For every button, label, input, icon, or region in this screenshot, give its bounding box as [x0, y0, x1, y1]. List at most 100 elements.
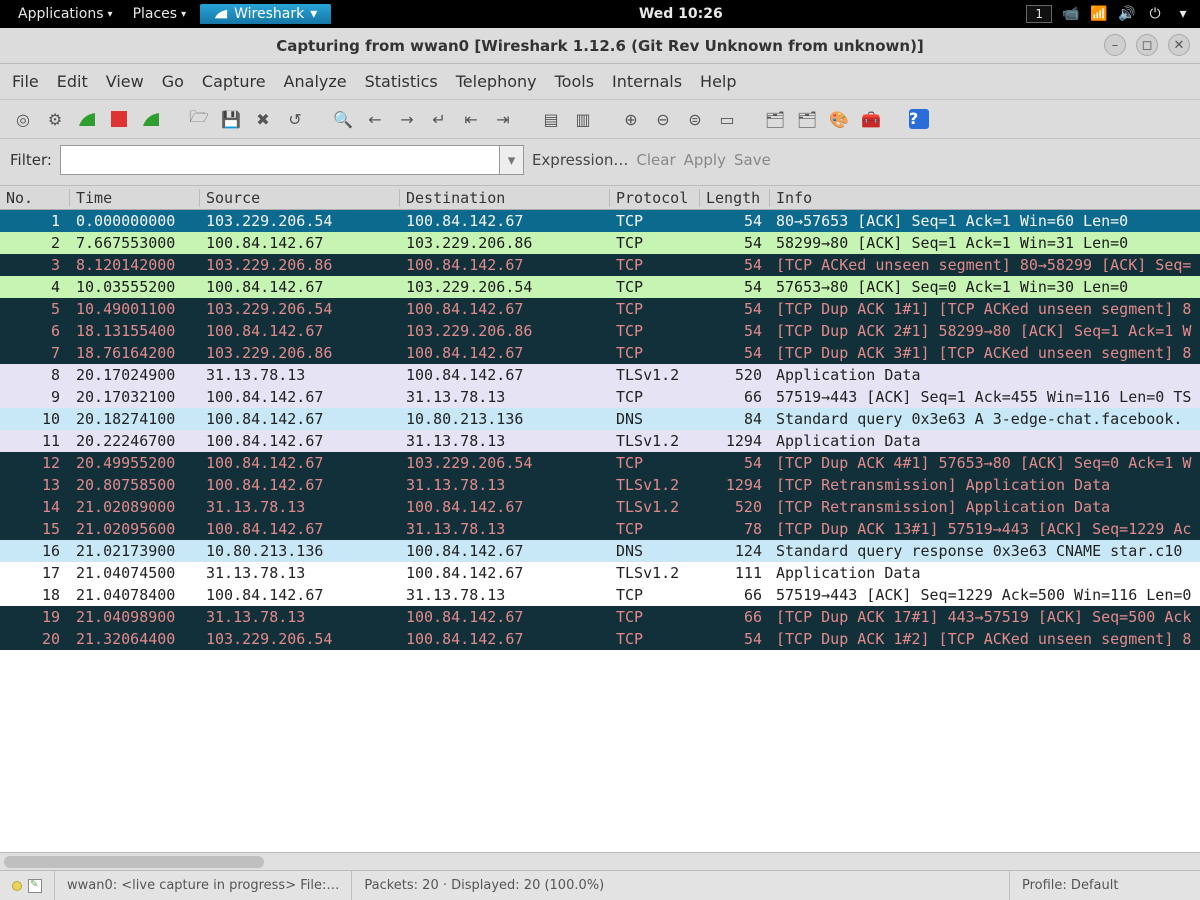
cell-no: 1 [0, 212, 70, 230]
packet-row[interactable]: 1521.02095600100.84.142.6731.13.78.13TCP… [0, 518, 1200, 540]
menu-analyze[interactable]: Analyze [284, 72, 347, 91]
colorize-icon[interactable]: ▤ [538, 106, 564, 132]
horizontal-scrollbar[interactable] [0, 852, 1200, 870]
packet-row[interactable]: 920.17032100100.84.142.6731.13.78.13TCP6… [0, 386, 1200, 408]
volume-icon[interactable]: 🔊 [1118, 6, 1136, 22]
go-back-icon[interactable]: ← [362, 106, 388, 132]
reload-icon[interactable]: ↺ [282, 106, 308, 132]
find-icon[interactable]: 🔍 [330, 106, 356, 132]
packet-row[interactable]: 10.000000000103.229.206.54100.84.142.67T… [0, 210, 1200, 232]
filter-apply-button[interactable]: Apply [684, 151, 726, 169]
workspace-indicator[interactable]: 1 [1026, 5, 1052, 23]
zoom-out-icon[interactable]: ⊖ [650, 106, 676, 132]
network-icon[interactable]: 📶 [1090, 6, 1108, 22]
filter-clear-button[interactable]: Clear [636, 151, 675, 169]
cell-source: 100.84.142.67 [200, 454, 400, 472]
status-profile[interactable]: Profile: Default [1010, 871, 1200, 900]
restart-capture-icon[interactable] [138, 106, 164, 132]
camera-icon[interactable]: 📹 [1062, 6, 1080, 22]
filter-dropdown-button[interactable]: ▾ [500, 145, 524, 175]
go-first-icon[interactable]: ⇤ [458, 106, 484, 132]
window-minimize-button[interactable]: – [1104, 34, 1126, 56]
goto-icon[interactable]: ↵ [426, 106, 452, 132]
help-icon[interactable]: ? [906, 106, 932, 132]
zoom-reset-icon[interactable]: ⊜ [682, 106, 708, 132]
packet-row[interactable]: 38.120142000103.229.206.86100.84.142.67T… [0, 254, 1200, 276]
menu-file[interactable]: File [12, 72, 39, 91]
cell-destination: 103.229.206.86 [400, 234, 610, 252]
packet-row[interactable]: 1320.80758500100.84.142.6731.13.78.13TLS… [0, 474, 1200, 496]
col-source[interactable]: Source [200, 189, 400, 207]
go-last-icon[interactable]: ⇥ [490, 106, 516, 132]
packet-row[interactable]: 820.1702490031.13.78.13100.84.142.67TLSv… [0, 364, 1200, 386]
menu-edit[interactable]: Edit [57, 72, 88, 91]
start-capture-icon[interactable] [74, 106, 100, 132]
stop-capture-icon[interactable] [106, 106, 132, 132]
gnome-apps-menu[interactable]: Applications ▾ [8, 6, 123, 22]
gnome-places-menu[interactable]: Places ▾ [123, 6, 197, 22]
menubar: File Edit View Go Capture Analyze Statis… [0, 64, 1200, 100]
packet-list[interactable]: No. Time Source Destination Protocol Len… [0, 186, 1200, 852]
packet-row[interactable]: 510.49001100103.229.206.54100.84.142.67T… [0, 298, 1200, 320]
interfaces-icon[interactable]: ◎ [10, 106, 36, 132]
col-no[interactable]: No. [0, 189, 70, 207]
cell-destination: 10.80.213.136 [400, 410, 610, 428]
col-protocol[interactable]: Protocol [610, 189, 700, 207]
menu-go[interactable]: Go [162, 72, 184, 91]
menu-internals[interactable]: Internals [612, 72, 682, 91]
packet-row[interactable]: 1421.0208900031.13.78.13100.84.142.67TLS… [0, 496, 1200, 518]
status-expert-info[interactable] [0, 871, 55, 900]
zoom-in-icon[interactable]: ⊕ [618, 106, 644, 132]
filter-save-button[interactable]: Save [734, 151, 771, 169]
col-info[interactable]: Info [770, 189, 1200, 207]
menu-telephony[interactable]: Telephony [456, 72, 537, 91]
power-icon[interactable]: ⏻ [1146, 6, 1164, 22]
packet-row[interactable]: 718.76164200103.229.206.86100.84.142.67T… [0, 342, 1200, 364]
packet-row[interactable]: 1020.18274100100.84.142.6710.80.213.136D… [0, 408, 1200, 430]
col-length[interactable]: Length [700, 189, 770, 207]
filter-expression-button[interactable]: Expression… [532, 151, 628, 169]
menu-statistics[interactable]: Statistics [365, 72, 438, 91]
gnome-active-app[interactable]: Wireshark ▾ [200, 4, 331, 24]
preferences-icon[interactable]: 🧰 [858, 106, 884, 132]
menu-capture[interactable]: Capture [202, 72, 266, 91]
gnome-clock[interactable]: Wed 10:26 [335, 6, 1026, 22]
cell-destination: 100.84.142.67 [400, 630, 610, 648]
packet-row[interactable]: 1921.0409890031.13.78.13100.84.142.67TCP… [0, 606, 1200, 628]
save-icon[interactable]: 💾 [218, 106, 244, 132]
close-icon[interactable]: ✖ [250, 106, 276, 132]
packet-row[interactable]: 1721.0407450031.13.78.13100.84.142.67TLS… [0, 562, 1200, 584]
packet-row[interactable]: 1821.04078400100.84.142.6731.13.78.13TCP… [0, 584, 1200, 606]
chevron-down-icon[interactable]: ▾ [1174, 6, 1192, 22]
col-time[interactable]: Time [70, 189, 200, 207]
capture-filters-icon[interactable]: 🗂 [762, 106, 788, 132]
resize-columns-icon[interactable]: ▭ [714, 106, 740, 132]
cell-time: 21.32064400 [70, 630, 200, 648]
filter-input[interactable] [60, 145, 500, 175]
menu-help[interactable]: Help [700, 72, 736, 91]
packet-row[interactable]: 2021.32064400103.229.206.54100.84.142.67… [0, 628, 1200, 650]
packet-row[interactable]: 27.667553000100.84.142.67103.229.206.86T… [0, 232, 1200, 254]
menu-tools[interactable]: Tools [555, 72, 594, 91]
options-icon[interactable]: ⚙ [42, 106, 68, 132]
packet-row[interactable]: 1220.49955200100.84.142.67103.229.206.54… [0, 452, 1200, 474]
window-close-button[interactable]: ✕ [1168, 34, 1190, 56]
cell-time: 21.04078400 [70, 586, 200, 604]
cell-protocol: TLSv1.2 [610, 432, 700, 450]
open-icon[interactable]: 🗁 [186, 106, 212, 132]
packet-row[interactable]: 1120.22246700100.84.142.6731.13.78.13TLS… [0, 430, 1200, 452]
window-maximize-button[interactable]: ◻ [1136, 34, 1158, 56]
cell-source: 103.229.206.86 [200, 256, 400, 274]
coloring-rules-icon[interactable]: 🎨 [826, 106, 852, 132]
col-destination[interactable]: Destination [400, 189, 610, 207]
menu-view[interactable]: View [106, 72, 144, 91]
display-filters-icon[interactable]: 🗂 [794, 106, 820, 132]
cell-length: 66 [700, 388, 770, 406]
packet-row[interactable]: 410.03555200100.84.142.67103.229.206.54T… [0, 276, 1200, 298]
cell-time: 7.667553000 [70, 234, 200, 252]
go-forward-icon[interactable]: → [394, 106, 420, 132]
packet-row[interactable]: 1621.0217390010.80.213.136100.84.142.67D… [0, 540, 1200, 562]
packet-row[interactable]: 618.13155400100.84.142.67103.229.206.86T… [0, 320, 1200, 342]
scrollbar-thumb[interactable] [4, 856, 264, 868]
autoscroll-icon[interactable]: ▥ [570, 106, 596, 132]
